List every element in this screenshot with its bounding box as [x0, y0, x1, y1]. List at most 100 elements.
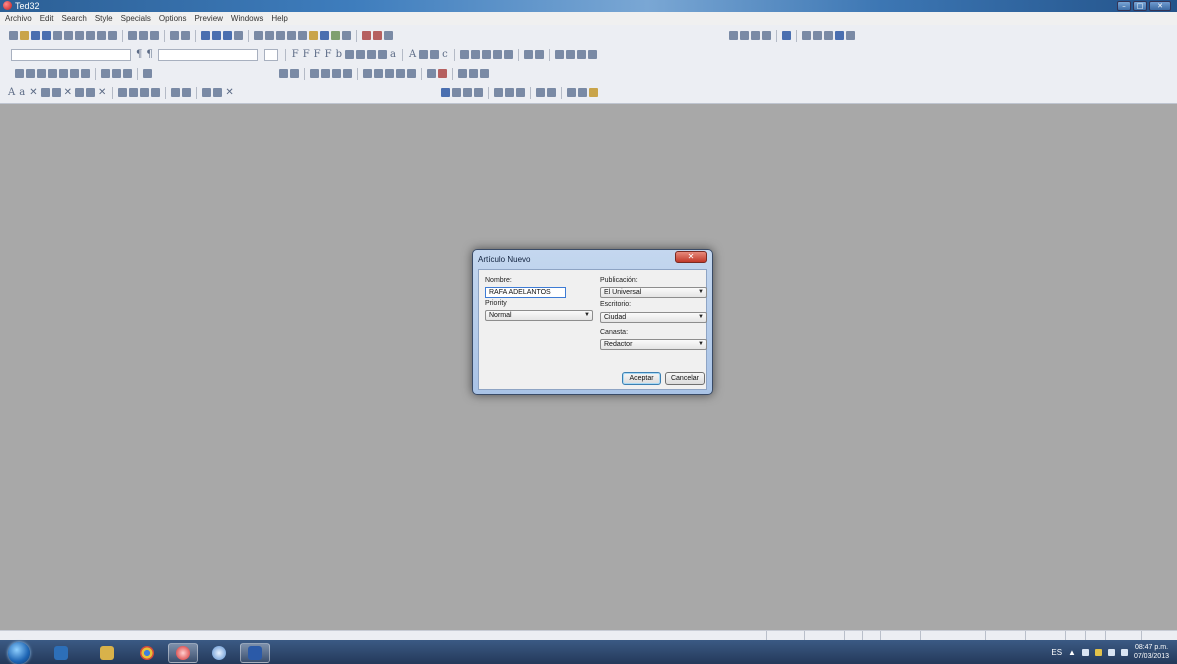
window-icon[interactable] — [762, 31, 771, 40]
flag-icon[interactable] — [729, 31, 738, 40]
gear-icon[interactable] — [751, 31, 760, 40]
copy-page-icon[interactable] — [75, 31, 84, 40]
replace-icon[interactable] — [287, 31, 296, 40]
format-s-icon[interactable] — [344, 50, 354, 59]
tools2-icon[interactable] — [438, 69, 447, 78]
tray-expand-icon[interactable]: ▲ — [1068, 648, 1076, 657]
font-size-combo[interactable] — [263, 48, 278, 61]
network-icon[interactable] — [1107, 648, 1115, 656]
list-bullet-icon[interactable] — [112, 69, 121, 78]
zoom-icon[interactable] — [86, 31, 95, 40]
canasta-select[interactable]: Redactor ▼ — [600, 339, 707, 350]
maximize-button[interactable]: □ — [1133, 1, 1147, 11]
copy-icon[interactable] — [139, 31, 148, 40]
paste2-icon[interactable] — [516, 88, 525, 97]
tools-icon[interactable] — [802, 31, 811, 40]
font-combo[interactable] — [157, 48, 258, 61]
flag-tray-icon[interactable] — [1081, 648, 1089, 656]
paragraph2-icon[interactable]: ¶ — [146, 49, 152, 60]
align-center-icon[interactable] — [470, 50, 480, 59]
language-indicator[interactable]: ES — [1051, 648, 1062, 657]
dialog-close-button[interactable]: ✕ — [675, 251, 707, 263]
up-icon[interactable] — [587, 50, 597, 59]
start-button[interactable] — [8, 642, 30, 664]
binoculars2-icon[interactable] — [567, 88, 576, 97]
escritorio-select[interactable]: Ciudad ▼ — [600, 312, 707, 323]
frame2-icon[interactable] — [474, 88, 483, 97]
binoculars-icon[interactable] — [265, 31, 274, 40]
frame-icon[interactable] — [108, 31, 117, 40]
back-arrow-icon[interactable] — [363, 69, 372, 78]
spell2-icon[interactable] — [534, 50, 544, 59]
dash-icon[interactable] — [298, 31, 307, 40]
delete2-icon[interactable] — [40, 88, 50, 97]
paste-icon[interactable] — [150, 31, 159, 40]
redo-icon[interactable] — [181, 31, 190, 40]
paragraph-icon[interactable]: ¶ — [136, 49, 142, 60]
close-button[interactable]: ✕ — [1149, 1, 1171, 11]
format-f1-icon[interactable]: F — [292, 49, 299, 60]
align-justify-icon[interactable] — [492, 50, 502, 59]
save-icon[interactable] — [31, 31, 40, 40]
format2-icon[interactable] — [373, 31, 382, 40]
taskbar-media-player[interactable] — [46, 643, 76, 663]
delete1-icon[interactable]: ✕ — [29, 87, 37, 98]
publicacion-select[interactable]: El Universal ▼ — [600, 287, 707, 298]
undo-icon[interactable] — [170, 31, 179, 40]
box2-icon[interactable] — [213, 88, 223, 97]
cancel-button[interactable]: Cancelar — [665, 372, 705, 385]
copy2-icon[interactable] — [505, 88, 514, 97]
table-col2-icon[interactable] — [26, 69, 35, 78]
chart-icon[interactable] — [320, 31, 329, 40]
up-arrow-icon[interactable] — [374, 69, 383, 78]
globe-icon[interactable] — [331, 31, 340, 40]
panel2-icon[interactable] — [407, 69, 416, 78]
note1-icon[interactable] — [118, 88, 128, 97]
align-full-icon[interactable] — [503, 50, 513, 59]
note4-icon[interactable] — [151, 88, 161, 97]
doc-icon[interactable] — [427, 69, 436, 78]
grid2-icon[interactable] — [290, 69, 299, 78]
delete6-icon[interactable]: ✕ — [225, 87, 233, 98]
new-file-icon[interactable] — [9, 31, 18, 40]
text-icon[interactable] — [458, 69, 467, 78]
menu-search[interactable]: Search — [61, 14, 86, 23]
format-f2-icon[interactable]: F — [303, 49, 310, 60]
align-left-icon[interactable] — [459, 50, 469, 59]
link2-icon[interactable] — [212, 31, 221, 40]
menu-specials[interactable]: Specials — [121, 14, 151, 23]
taskbar-ted32[interactable] — [168, 643, 198, 663]
save2-icon[interactable] — [441, 88, 450, 97]
format-dd-icon[interactable] — [377, 50, 387, 59]
edit-icon[interactable] — [589, 88, 598, 97]
clock[interactable]: 08:47 p.m. 07/03/2013 — [1134, 643, 1169, 661]
priority-select[interactable]: Normal ▼ — [485, 310, 593, 321]
table-col6-icon[interactable] — [70, 69, 79, 78]
table-col5-icon[interactable] — [59, 69, 68, 78]
format-kern-icon[interactable] — [366, 50, 376, 59]
text-m-icon[interactable] — [813, 31, 822, 40]
font-a-small-icon[interactable]: a — [19, 87, 25, 98]
grid-icon[interactable] — [97, 31, 106, 40]
delete5-icon[interactable]: ✕ — [98, 87, 106, 98]
box-icon[interactable] — [143, 69, 152, 78]
cut2-icon[interactable] — [494, 88, 503, 97]
menu-preview[interactable]: Preview — [194, 14, 222, 23]
undo2-icon[interactable] — [536, 88, 545, 97]
format-o-icon[interactable] — [355, 50, 365, 59]
nombre-input[interactable]: RAFA ADELANTOS — [485, 287, 566, 298]
page-icon[interactable] — [254, 31, 263, 40]
box1-icon[interactable] — [202, 88, 212, 97]
shield-icon[interactable] — [1094, 648, 1102, 656]
image-icon[interactable] — [309, 31, 318, 40]
cut-icon[interactable] — [128, 31, 137, 40]
align-right-icon[interactable] — [481, 50, 491, 59]
note3-icon[interactable] — [140, 88, 150, 97]
menu-style[interactable]: Style — [95, 14, 113, 23]
font-grow-icon[interactable]: A — [409, 49, 416, 60]
page-number-icon[interactable] — [342, 31, 351, 40]
format-c-icon[interactable]: c — [442, 49, 448, 60]
mark2-icon[interactable] — [85, 88, 95, 97]
layout4-icon[interactable] — [343, 69, 352, 78]
link-icon[interactable] — [201, 31, 210, 40]
